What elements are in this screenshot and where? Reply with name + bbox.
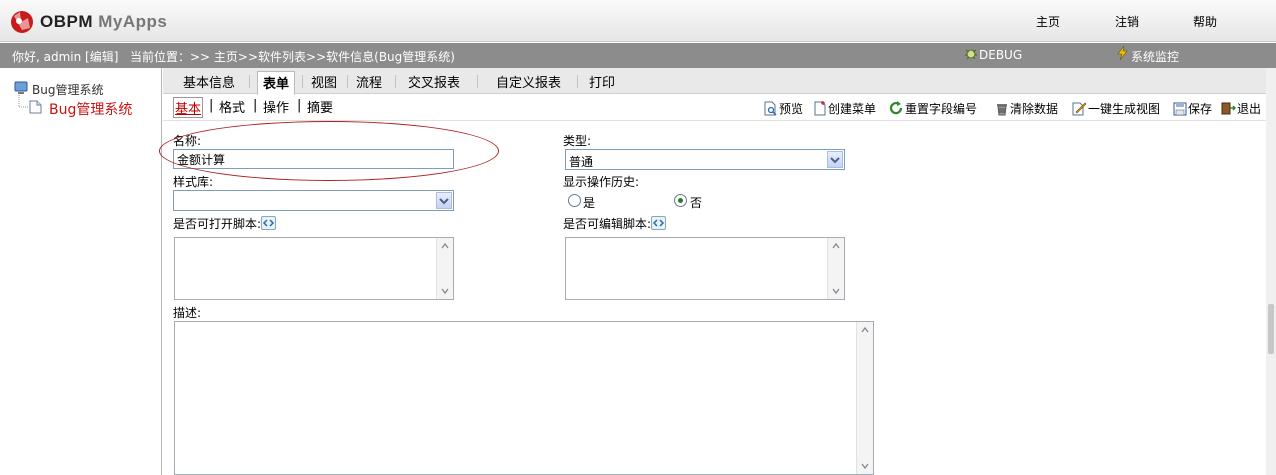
scroll-up-icon[interactable] (831, 241, 841, 251)
history-no-label: 否 (690, 196, 703, 210)
sidebar-tree: Bug管理系统 Bug管理系统 (0, 68, 162, 475)
scrollbar[interactable] (856, 322, 873, 474)
clear-data-label: 清除数据 (1010, 102, 1059, 116)
app-header: OBPM MyApps 主页 注销 帮助 (0, 0, 1276, 42)
obpm-logo-icon (11, 11, 33, 33)
new-page-icon (814, 101, 826, 116)
script-editor-icon[interactable] (261, 216, 276, 230)
computer-icon (14, 81, 28, 94)
debug-bug-icon (965, 49, 977, 60)
script-editor-icon[interactable] (651, 216, 666, 230)
subtab-basic[interactable]: 基本 (173, 97, 204, 118)
style-library-label: 样式库: (173, 175, 214, 189)
subtab-divider: | (253, 98, 258, 113)
tab-divider (347, 75, 348, 88)
tab-divider (302, 75, 303, 88)
subtab-summary[interactable]: 摘要 (307, 97, 333, 116)
save-label: 保存 (1188, 102, 1213, 116)
reset-field-number-button[interactable]: 重置字段编号 (889, 100, 977, 117)
history-no-radio[interactable] (674, 194, 687, 207)
preview-icon (764, 101, 777, 116)
tab-divider (249, 75, 250, 88)
tab-divider (477, 75, 478, 88)
name-input[interactable] (173, 149, 454, 169)
open-script-textarea[interactable] (174, 237, 454, 300)
exit-icon (1221, 102, 1236, 115)
description-label: 描述: (173, 306, 202, 320)
sub-tab-toolbar: 基本 | 格式 | 操作 | 摘要 预览 创建菜单 重置字段编号 清除数据 一键… (163, 95, 1276, 121)
clear-data-button[interactable]: 清除数据 (995, 100, 1058, 117)
generate-view-button[interactable]: 一键生成视图 (1071, 100, 1160, 117)
lightning-icon (1117, 45, 1128, 61)
type-label: 类型: (563, 134, 592, 148)
exit-button[interactable]: 退出 (1221, 100, 1261, 117)
open-script-label: 是否可打开脚本: (173, 217, 262, 231)
home-link[interactable]: 主页 (1036, 13, 1060, 30)
tab-custom-report[interactable]: 自定义报表 (496, 72, 561, 91)
scroll-thumb[interactable] (1268, 304, 1274, 354)
tab-divider (395, 75, 396, 88)
subtab-divider: | (297, 98, 302, 113)
style-library-select[interactable] (173, 190, 454, 211)
logout-link[interactable]: 注销 (1115, 13, 1139, 30)
scroll-down-icon[interactable] (860, 461, 870, 471)
scroll-up-icon[interactable] (440, 241, 450, 251)
scrollbar[interactable] (436, 238, 453, 299)
edit-page-icon (1072, 102, 1087, 116)
history-yes-label: 是 (583, 196, 596, 210)
subtab-operation[interactable]: 操作 (263, 97, 289, 116)
chevron-down-icon (436, 192, 452, 209)
help-link[interactable]: 帮助 (1193, 13, 1217, 30)
tab-form[interactable]: 表单 (257, 71, 296, 95)
main-tab-bar: 基本信息 表单 视图 流程 交叉报表 自定义报表 打印 (163, 68, 1276, 95)
breadcrumb: 当前位置：>> 主页>>软件列表>>软件信息(Bug管理系统) (130, 50, 455, 64)
tab-divider (577, 75, 578, 88)
tab-workflow[interactable]: 流程 (356, 72, 382, 91)
logo-main: OBPM (40, 12, 93, 31)
type-value: 普通 (569, 155, 594, 169)
subtab-divider: | (209, 98, 214, 113)
history-yes-radio[interactable] (568, 194, 581, 207)
tab-basic-info[interactable]: 基本信息 (183, 72, 235, 91)
user-greeting[interactable]: 你好, admin [编辑] (12, 48, 118, 65)
page-scrollbar[interactable] (1266, 68, 1276, 475)
generate-view-label: 一键生成视图 (1088, 102, 1161, 116)
logo-app: MyApps (98, 12, 168, 31)
scroll-down-icon[interactable] (831, 286, 841, 296)
tab-print[interactable]: 打印 (589, 72, 615, 91)
app-logo: OBPM MyApps (40, 12, 167, 32)
chevron-down-icon (827, 151, 843, 168)
edit-script-label: 是否可编辑脚本: (563, 217, 652, 231)
type-select[interactable]: 普通 (565, 149, 845, 170)
description-textarea[interactable] (174, 321, 874, 475)
tree-connector-icon (18, 95, 29, 108)
show-history-label: 显示操作历史: (563, 175, 640, 189)
debug-link[interactable]: DEBUG (979, 48, 1022, 62)
reset-field-number-label: 重置字段编号 (905, 102, 978, 116)
system-monitor-link[interactable]: 系统监控 (1131, 48, 1179, 65)
scrollbar[interactable] (827, 238, 844, 299)
create-menu-label: 创建菜单 (828, 102, 877, 116)
tree-root-item[interactable]: Bug管理系统 (32, 81, 103, 98)
name-label: 名称: (173, 134, 202, 148)
create-menu-button[interactable]: 创建菜单 (813, 100, 876, 117)
exit-label: 退出 (1237, 102, 1262, 116)
refresh-icon (889, 101, 903, 115)
preview-button[interactable]: 预览 (763, 100, 803, 117)
scroll-down-icon[interactable] (440, 286, 450, 296)
tree-item-selected[interactable]: Bug管理系统 (49, 99, 132, 119)
edit-script-textarea[interactable] (565, 237, 845, 300)
subtab-format[interactable]: 格式 (219, 97, 245, 116)
tab-crosstab-report[interactable]: 交叉报表 (408, 72, 460, 91)
preview-label: 预览 (779, 102, 804, 116)
tab-view[interactable]: 视图 (311, 72, 337, 91)
status-bar: 你好, admin [编辑] 当前位置：>> 主页>>软件列表>>软件信息(Bu… (0, 43, 1276, 68)
scroll-up-icon[interactable] (860, 325, 870, 335)
save-icon (1173, 102, 1187, 115)
save-button[interactable]: 保存 (1173, 100, 1212, 117)
trash-icon (997, 104, 1007, 116)
document-icon (29, 100, 42, 114)
